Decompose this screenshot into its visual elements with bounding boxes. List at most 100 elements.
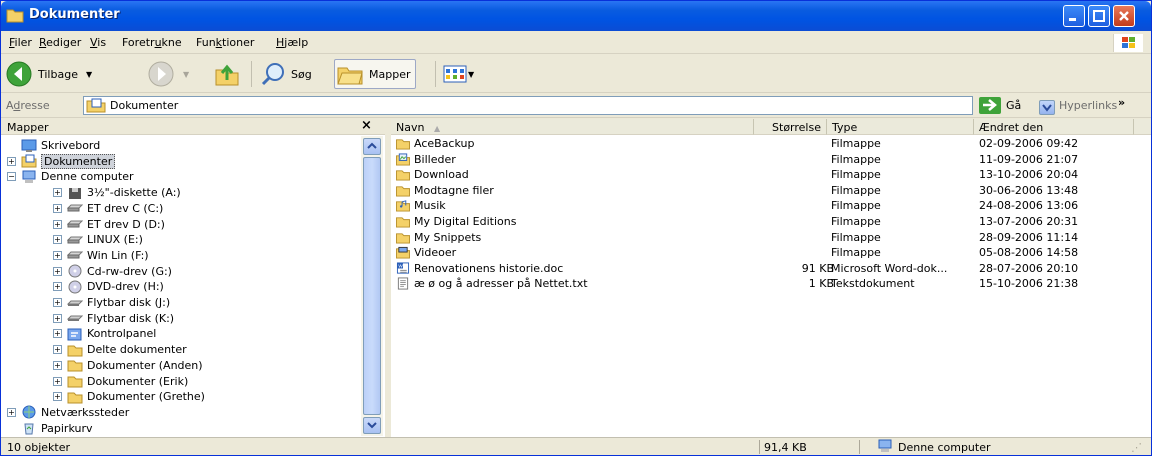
- file-name: My Digital Editions: [414, 215, 517, 228]
- scroll-thumb[interactable]: [363, 157, 381, 415]
- file-row[interactable]: Musik Filmappe 24-08-2006 13:06: [391, 198, 1151, 213]
- tree-item[interactable]: + ET drev C (C:): [53, 201, 163, 216]
- file-row[interactable]: Videoer Filmappe 05-08-2006 14:58: [391, 245, 1151, 260]
- expand-toggle-icon[interactable]: +: [53, 219, 62, 229]
- expand-toggle-icon[interactable]: +: [53, 360, 62, 370]
- file-name: Billeder: [414, 152, 456, 166]
- address-dropdown-button[interactable]: [1039, 100, 1055, 115]
- file-row[interactable]: My Digital Editions Filmappe 13-07-2006 20…: [391, 214, 1151, 229]
- tree-item[interactable]: + Kontrolpanel: [53, 326, 156, 341]
- tree-item[interactable]: Papirkurv: [7, 421, 92, 436]
- column-header-size[interactable]: Størrelse: [754, 119, 827, 135]
- tree-item-label: LINUX (E:): [87, 233, 143, 247]
- file-name: Download: [414, 168, 469, 182]
- minimize-button[interactable]: [1063, 5, 1085, 27]
- file-row[interactable]: AceBackup Filmappe 02-09-2006 09:42: [391, 136, 1151, 151]
- tree-item[interactable]: + DVD-drev (H:): [53, 279, 164, 294]
- back-button[interactable]: Tilbage ▼: [5, 59, 92, 89]
- tree-item[interactable]: + Flytbar disk (K:): [53, 311, 174, 326]
- tree-item[interactable]: +3½"-diskette (A:): [53, 185, 181, 200]
- tree-item[interactable]: + ET drev D (D:): [53, 217, 165, 232]
- file-row[interactable]: Modtagne filer Filmappe 30-06-2006 13:48: [391, 183, 1151, 198]
- forward-button[interactable]: ▼: [147, 59, 189, 89]
- menu-foretrukne[interactable]: Foretrukne: [122, 36, 182, 49]
- recycle-bin-icon: [24, 423, 34, 435]
- tree-item[interactable]: + Netværkssteder: [7, 405, 129, 420]
- expand-toggle-icon[interactable]: +: [53, 329, 62, 339]
- menu-funktioner[interactable]: Funktioner: [196, 36, 254, 49]
- tree-item[interactable]: + Win Lin (F:): [53, 248, 149, 263]
- file-row[interactable]: My Snippets Filmappe 28-09-2006 11:14: [391, 230, 1151, 245]
- expand-toggle-icon[interactable]: +: [53, 392, 62, 402]
- go-label[interactable]: Gå: [1006, 99, 1021, 112]
- expand-toggle-icon[interactable]: +: [53, 188, 62, 198]
- menu-hjaelp[interactable]: Hjælp: [276, 36, 308, 49]
- network-places-icon: [22, 405, 36, 419]
- views-dropdown-icon[interactable]: ▼: [468, 70, 474, 79]
- menu-filer[interactable]: Filer: [9, 36, 32, 49]
- tree-item[interactable]: + Dokumenter: [7, 153, 116, 169]
- expand-toggle-icon[interactable]: +: [53, 313, 62, 323]
- menu-rediger[interactable]: Rediger: [39, 36, 81, 49]
- expand-toggle-icon[interactable]: +: [53, 203, 62, 213]
- file-row[interactable]: æ ø og å adresser på Nettet.txt 1 KB Tekst…: [391, 276, 1151, 291]
- toolbar-more-chevron[interactable]: »: [1118, 96, 1125, 109]
- folders-pane-close-button[interactable]: ×: [361, 118, 372, 133]
- tree-item[interactable]: − Denne computer: [7, 169, 134, 184]
- back-dropdown-icon[interactable]: ▼: [86, 70, 92, 79]
- file-name-cell: My Snippets: [395, 231, 481, 244]
- expand-toggle-icon[interactable]: +: [53, 235, 62, 245]
- file-name: AceBackup: [414, 137, 475, 150]
- column-header-modified[interactable]: Ændret den: [974, 119, 1134, 135]
- expand-toggle-icon[interactable]: +: [53, 345, 62, 355]
- drive-icon: [67, 204, 83, 212]
- tree-item[interactable]: + LINUX (E:): [53, 232, 143, 247]
- tree-item-label: 3½"-diskette (A:): [87, 186, 181, 200]
- expand-toggle-icon[interactable]: +: [53, 266, 62, 276]
- status-object-count: 10 objekter: [7, 441, 71, 454]
- file-name-cell: Modtagne filer: [395, 184, 494, 197]
- control-panel-icon: [67, 328, 82, 341]
- file-row[interactable]: Download Filmappe 13-10-2006 20:04: [391, 167, 1151, 182]
- go-button[interactable]: [979, 97, 1001, 114]
- forward-dropdown-icon[interactable]: ▼: [183, 70, 189, 79]
- expand-toggle-icon[interactable]: +: [53, 376, 62, 386]
- folder-icon: [396, 186, 410, 197]
- maximize-button[interactable]: [1088, 5, 1110, 27]
- tree-item[interactable]: + Delte dokumenter: [53, 342, 187, 357]
- tree-item[interactable]: Skrivebord: [7, 138, 100, 153]
- expand-toggle-icon[interactable]: +: [53, 298, 62, 307]
- address-field[interactable]: Dokumenter: [83, 96, 1055, 115]
- file-row[interactable]: W Renovationens historie.doc 91 KB Microsof…: [391, 261, 1151, 276]
- search-button[interactable]: Søg: [259, 59, 312, 89]
- expand-toggle-icon[interactable]: +: [7, 407, 16, 417]
- folder-tree-scrollbar[interactable]: [361, 136, 383, 436]
- scroll-down-button[interactable]: [363, 417, 381, 434]
- scroll-up-button[interactable]: [363, 138, 381, 155]
- title-bar[interactable]: Dokumenter: [1, 1, 1151, 31]
- column-header-type[interactable]: Type: [827, 119, 974, 135]
- tree-item[interactable]: + Cd-rw-drev (G:): [53, 264, 172, 279]
- close-button[interactable]: [1113, 5, 1135, 27]
- file-row[interactable]: Billeder Filmappe 11-09-2006 21:07: [391, 152, 1151, 167]
- column-header-name[interactable]: Navn ▲: [391, 119, 754, 135]
- folders-button[interactable]: Mapper: [334, 59, 416, 89]
- expand-toggle-icon[interactable]: +: [53, 250, 62, 260]
- expand-toggle-icon[interactable]: +: [53, 282, 62, 292]
- file-name-cell: Videoer: [395, 246, 456, 259]
- tree-item[interactable]: + Dokumenter (Anden): [53, 358, 203, 373]
- tree-item[interactable]: + Dokumenter (Erik): [53, 374, 188, 389]
- explorer-window: Dokumenter Filer Rediger Vis Foretrukne …: [0, 0, 1152, 456]
- expand-toggle-icon[interactable]: −: [7, 172, 16, 182]
- file-type: Filmappe: [831, 246, 881, 260]
- up-folder-button[interactable]: [213, 59, 241, 89]
- links-toolbar-label[interactable]: Hyperlinks: [1059, 99, 1117, 112]
- resize-grip-icon[interactable]: ⋰: [1131, 441, 1142, 454]
- window-title: Dokumenter: [29, 7, 120, 22]
- tree-item[interactable]: + Dokumenter (Grethe): [53, 389, 205, 404]
- menu-vis[interactable]: Vis: [90, 36, 106, 49]
- expand-toggle-icon[interactable]: +: [7, 156, 16, 166]
- tree-item[interactable]: + Flytbar disk (J:): [53, 295, 170, 310]
- minimize-icon: [1069, 18, 1076, 21]
- views-button[interactable]: ▼: [443, 59, 474, 89]
